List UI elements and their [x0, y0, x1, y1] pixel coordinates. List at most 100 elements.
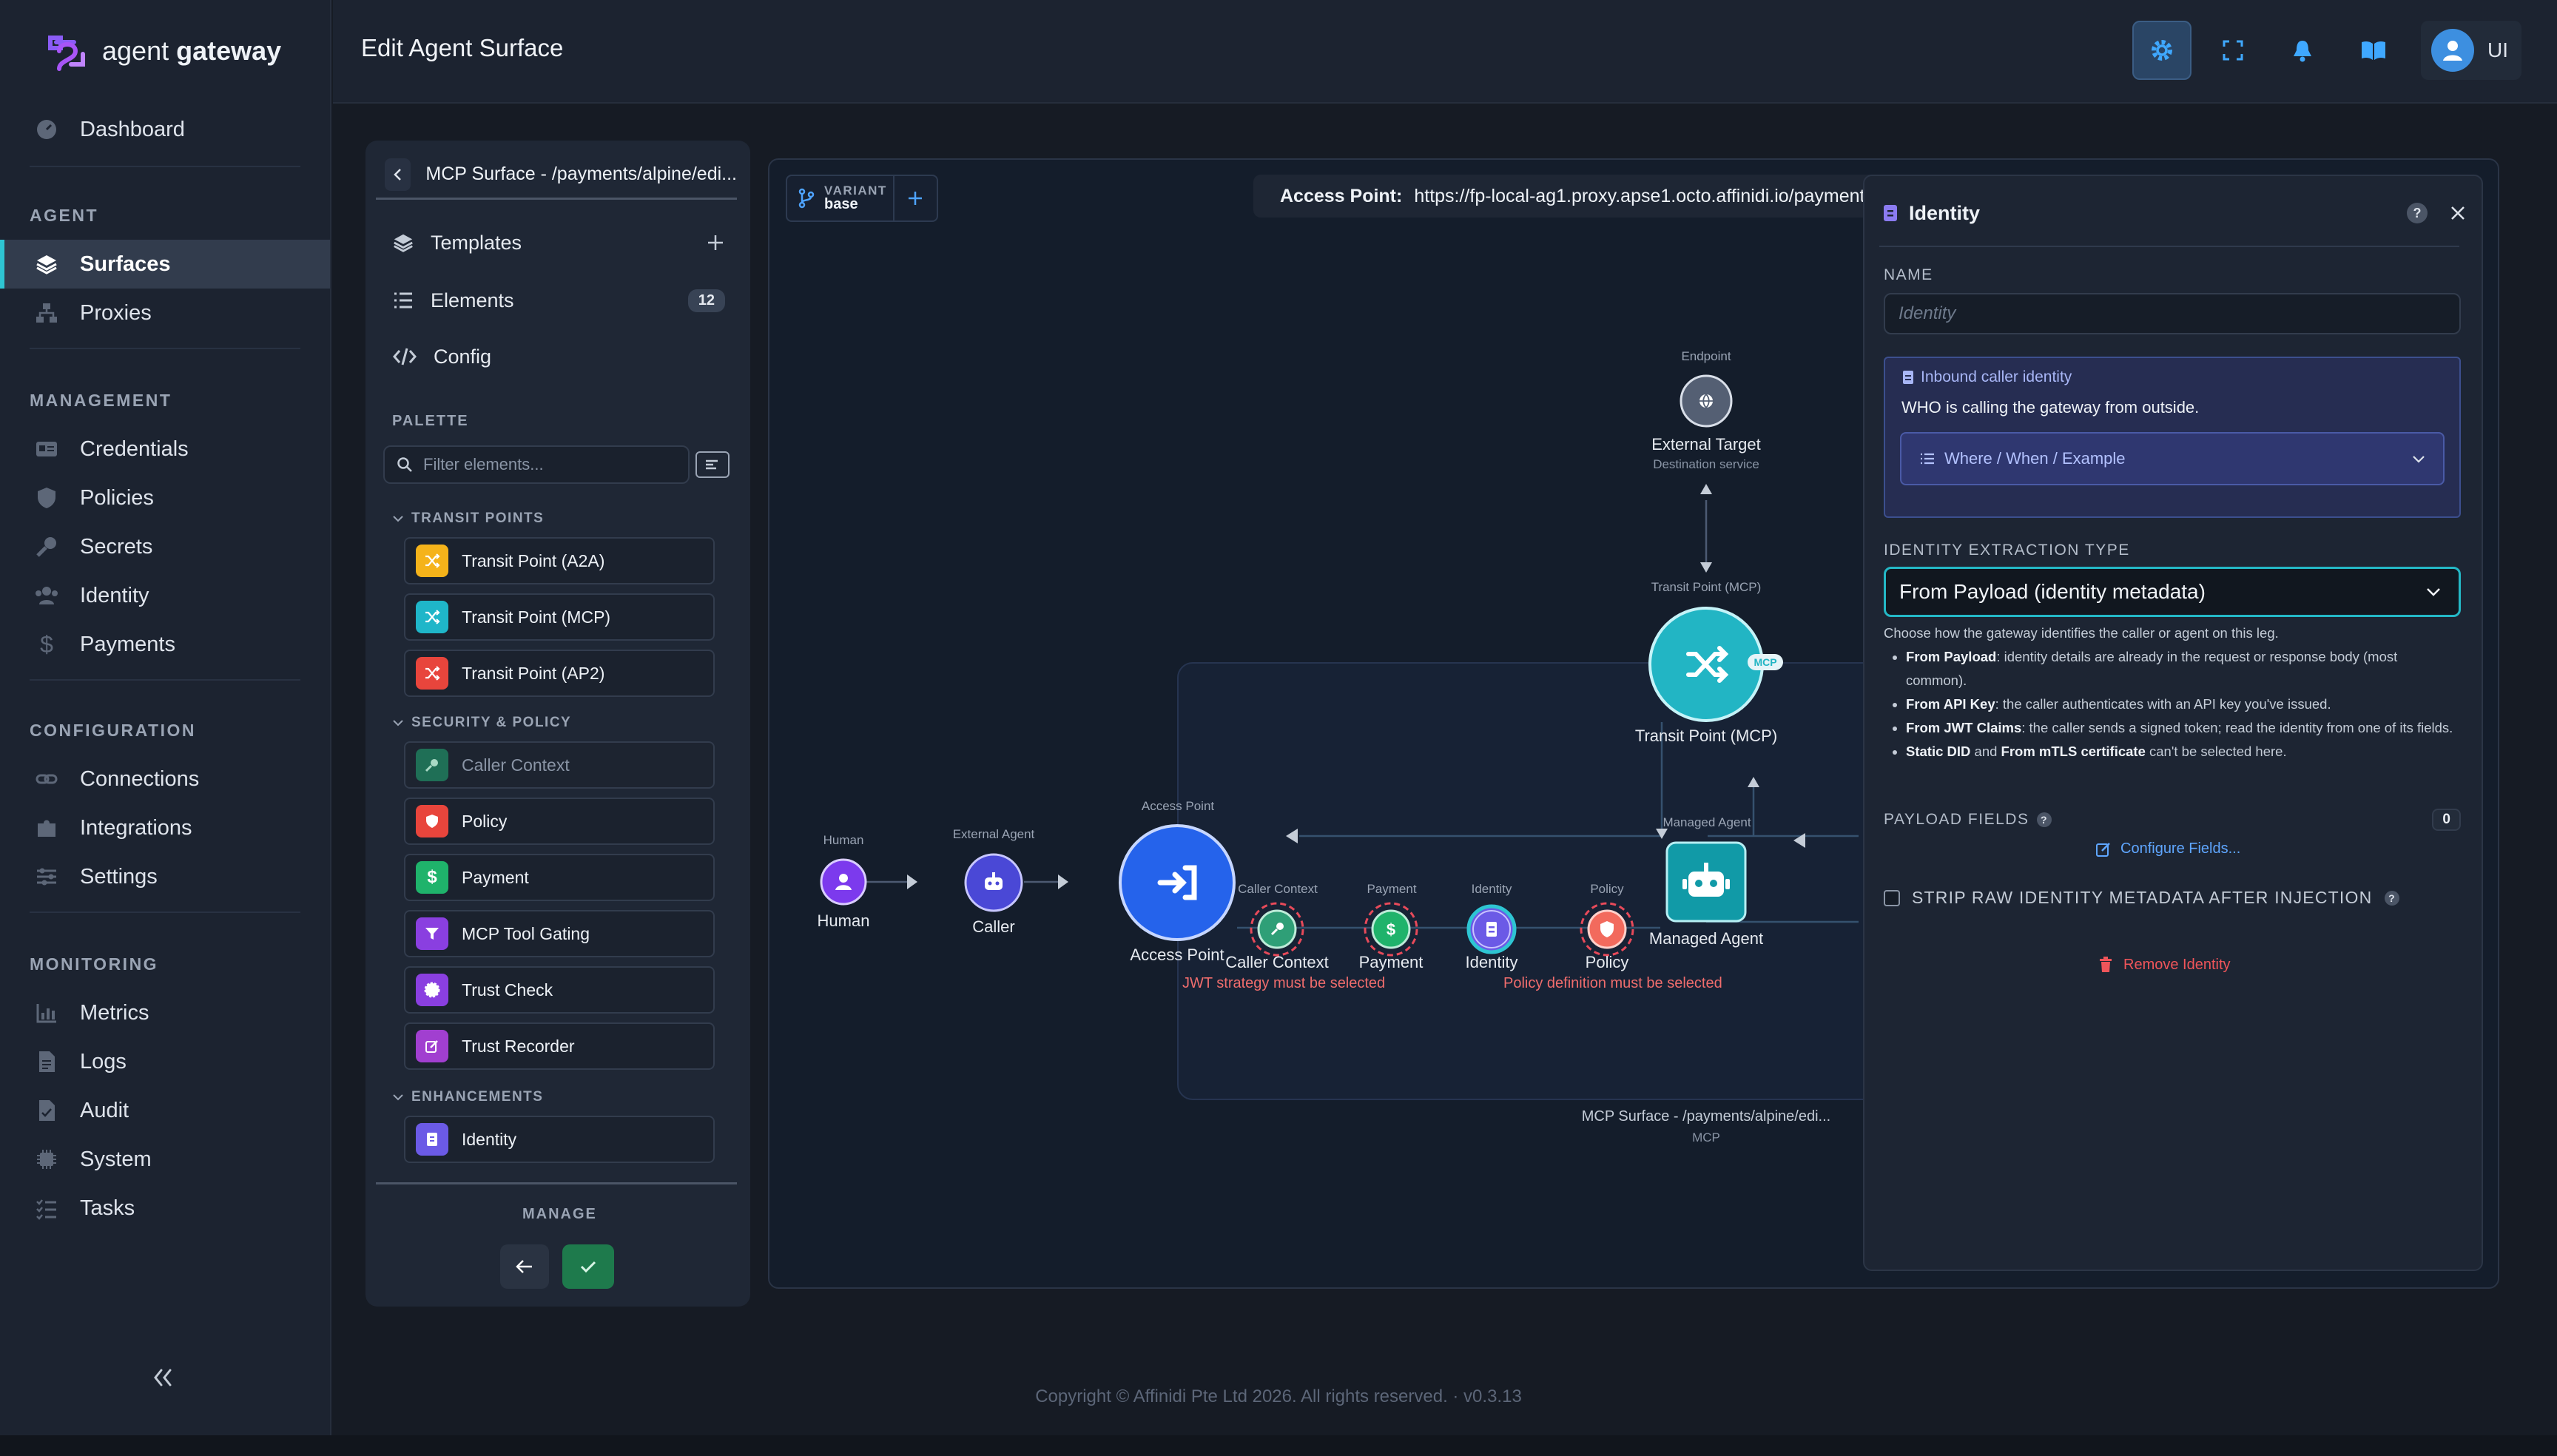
palette-item-transit-ap2[interactable]: Transit Point (AP2): [404, 650, 715, 697]
settings-button[interactable]: [2132, 21, 2192, 80]
close-panel-button[interactable]: [2449, 204, 2467, 222]
node-caller[interactable]: [963, 852, 1024, 913]
user-menu-button[interactable]: UI: [2421, 21, 2521, 80]
mcp-badge: MCP: [1748, 654, 1783, 670]
configure-fields-button[interactable]: Configure Fields...: [2095, 840, 2240, 857]
edit-icon: [416, 1030, 448, 1062]
palette-item-payment[interactable]: $ Payment: [404, 854, 715, 901]
sidebar-item-label: Proxies: [80, 300, 152, 325]
sidebar-item-label: Identity: [80, 583, 149, 607]
bottom-bar: [0, 1435, 2557, 1456]
palette-item-label: Transit Point (A2A): [462, 550, 605, 570]
palette-item-transit-a2a[interactable]: Transit Point (A2A): [404, 537, 715, 584]
variant-selector[interactable]: VARIANT base: [786, 175, 938, 222]
add-template-button[interactable]: [706, 233, 725, 252]
where-when-example-accordion[interactable]: Where / When / Example: [1900, 432, 2445, 485]
group-toggle-security[interactable]: SECURITY & POLICY: [392, 715, 571, 731]
node-type-label: Access Point: [1141, 799, 1215, 813]
svg-text:?: ?: [2389, 892, 2396, 904]
sidebar-item-policies[interactable]: Policies: [0, 473, 330, 522]
sidebar-item-surfaces[interactable]: Surfaces: [0, 240, 330, 289]
node-human[interactable]: [820, 858, 867, 906]
sidebar-item-identity[interactable]: Identity: [0, 571, 330, 620]
palette-item-label: Trust Check: [462, 980, 553, 1000]
brand-name: agent gateway: [102, 36, 282, 66]
remove-identity-button[interactable]: Remove Identity: [2098, 956, 2231, 974]
palette-item-label: Trust Recorder: [462, 1036, 575, 1056]
add-variant-button[interactable]: [895, 190, 937, 206]
list-icon: [1921, 453, 1934, 465]
help-intro: Choose how the gateway identifies the ca…: [1884, 625, 2279, 641]
menu-config[interactable]: Config: [392, 334, 725, 379]
group-toggle-transit[interactable]: TRANSIT POINTS: [392, 510, 544, 527]
sidebar-item-settings[interactable]: Settings: [0, 852, 330, 901]
sidebar-item-payments[interactable]: $ Payments: [0, 620, 330, 669]
help-item: From JWT Claims: the caller sends a sign…: [1906, 716, 2461, 740]
node-identity[interactable]: [1466, 904, 1517, 954]
question-icon[interactable]: ?: [2036, 812, 2052, 828]
panel-title: MCP Surface - /payments/alpine/edi...: [425, 164, 737, 184]
palette-item-mcp-tool-gating[interactable]: MCP Tool Gating: [404, 910, 715, 957]
menu-templates[interactable]: Templates: [392, 220, 725, 265]
file-icon: [34, 1049, 59, 1074]
puzzle-icon: [34, 815, 59, 840]
strip-metadata-checkbox[interactable]: [1884, 889, 1900, 906]
manage-divider: [376, 1182, 737, 1184]
manage-save-button[interactable]: [562, 1244, 614, 1289]
notifications-button[interactable]: [2273, 21, 2332, 80]
access-point-url[interactable]: https://fp-local-ag1.proxy.apse1.octo.af…: [1414, 186, 1904, 207]
sidebar-item-integrations[interactable]: Integrations: [0, 803, 330, 852]
app-logo[interactable]: agent gateway: [44, 27, 281, 75]
filter-elements-input[interactable]: Filter elements...: [383, 445, 690, 484]
node-subtitle: Destination service: [1653, 457, 1759, 471]
sidebar-item-dashboard[interactable]: Dashboard: [0, 105, 330, 154]
node-name: External Target: [1651, 435, 1761, 454]
palette-item-policy[interactable]: Policy: [404, 798, 715, 845]
sidebar-item-system[interactable]: System: [0, 1135, 330, 1184]
type-field-label: IDENTITY EXTRACTION TYPE: [1884, 542, 2130, 559]
node-type-label: Identity: [1471, 882, 1512, 896]
group-toggle-enhancements[interactable]: ENHANCEMENTS: [392, 1089, 543, 1105]
node-managed-agent[interactable]: [1665, 840, 1748, 923]
sidebar-item-credentials[interactable]: Credentials: [0, 425, 330, 473]
identity-extraction-type-select[interactable]: From Payload (identity metadata): [1884, 567, 2461, 617]
node-access-point[interactable]: [1117, 823, 1237, 943]
node-external-target[interactable]: [1680, 374, 1733, 428]
help-button[interactable]: ?: [2406, 202, 2428, 224]
panel-divider: [1879, 246, 2459, 247]
sidebar-item-metrics[interactable]: Metrics: [0, 988, 330, 1037]
sidebar-item-tasks[interactable]: Tasks: [0, 1184, 330, 1233]
question-icon: ?: [2407, 203, 2428, 223]
section-title-agent: AGENT: [30, 206, 98, 225]
back-button[interactable]: [385, 158, 411, 191]
sidebar-item-secrets[interactable]: Secrets: [0, 522, 330, 571]
logo-icon: [48, 36, 85, 71]
palette-item-caller-context[interactable]: Caller Context: [404, 741, 715, 789]
palette-view-toggle[interactable]: [695, 451, 730, 478]
node-policy[interactable]: [1579, 901, 1635, 957]
fullscreen-button[interactable]: [2203, 21, 2263, 80]
node-payment[interactable]: $: [1363, 901, 1419, 957]
name-input[interactable]: Identity: [1884, 293, 2461, 334]
sidebar-item-label: Payments: [80, 632, 175, 656]
sidebar-item-connections[interactable]: Connections: [0, 755, 330, 803]
manage-back-button[interactable]: [500, 1244, 549, 1289]
palette-item-identity[interactable]: Identity: [404, 1116, 715, 1163]
strip-metadata-option[interactable]: STRIP RAW IDENTITY METADATA AFTER INJECT…: [1884, 888, 2400, 908]
question-icon[interactable]: ?: [2384, 890, 2400, 906]
dollar-icon: $: [40, 630, 53, 658]
node-caller-context[interactable]: [1249, 901, 1305, 957]
sidebar-item-logs[interactable]: Logs: [0, 1037, 330, 1086]
palette-item-trust-check[interactable]: Trust Check: [404, 966, 715, 1014]
sidebar-item-proxies[interactable]: Proxies: [0, 289, 330, 337]
palette-item-transit-mcp[interactable]: Transit Point (MCP): [404, 593, 715, 641]
nav-divider: [30, 166, 300, 167]
key-icon: [34, 534, 59, 559]
arrow-left-icon: [516, 1260, 532, 1273]
user-icon: [820, 858, 867, 906]
sidebar-item-audit[interactable]: Audit: [0, 1086, 330, 1135]
menu-elements[interactable]: Elements 12: [392, 278, 725, 323]
docs-button[interactable]: [2344, 21, 2403, 80]
palette-item-trust-recorder[interactable]: Trust Recorder: [404, 1022, 715, 1070]
shuffle-icon: [416, 657, 448, 690]
